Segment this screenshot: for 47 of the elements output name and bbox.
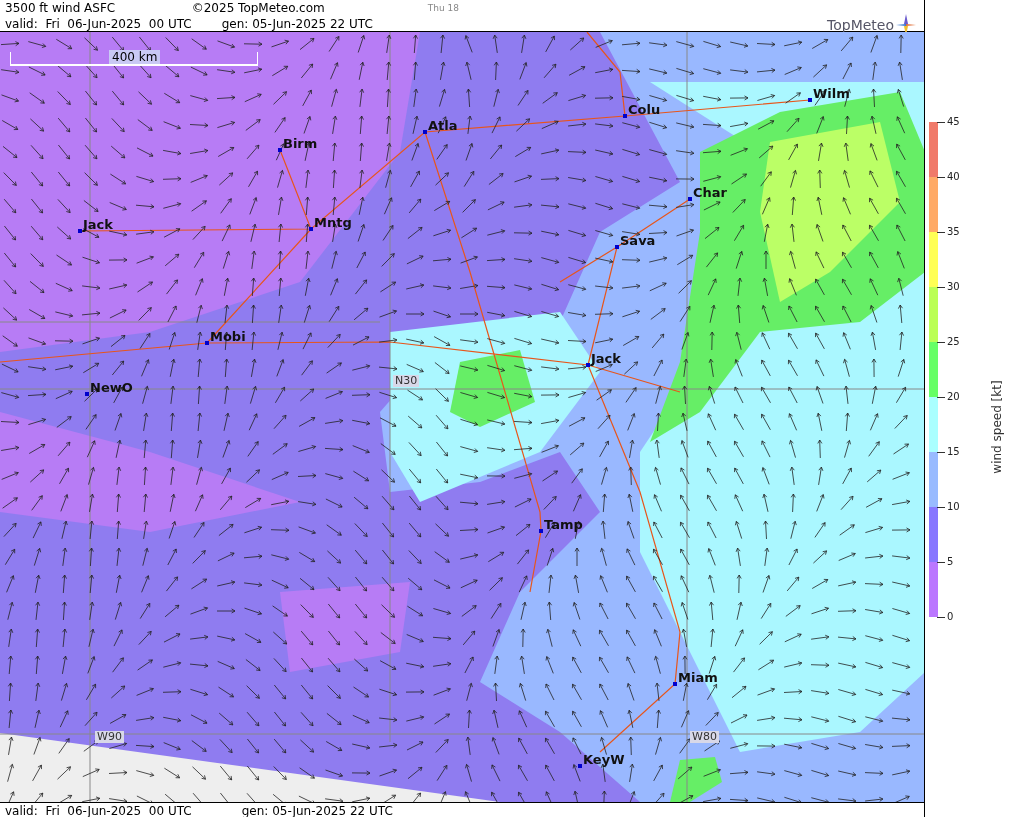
tick-label: 35 <box>947 227 960 237</box>
tick-label: 10 <box>947 502 960 512</box>
city-label: Miam <box>678 671 718 685</box>
city-label: Jack <box>591 352 621 366</box>
city-marker <box>78 229 82 233</box>
day-label: Thu 18 <box>426 2 460 15</box>
grid-label: N30 <box>393 375 420 387</box>
generated-time: gen: 05-Jun-2025 22 UTC <box>240 803 393 817</box>
tick-label: 25 <box>947 337 960 347</box>
grid-label: W90 <box>95 731 124 743</box>
city-marker <box>205 341 209 345</box>
city-label: KeyW <box>583 753 625 767</box>
city-marker <box>623 114 627 118</box>
valid-time: valid: Fri 06-Jun-2025 00 UTC <box>5 16 192 32</box>
city-label: Atla <box>428 119 458 133</box>
logo-text: TopMeteo <box>827 17 894 33</box>
city-marker <box>423 130 427 134</box>
city-marker <box>309 227 313 231</box>
city-marker <box>539 529 543 533</box>
tick-label: 0 <box>947 612 954 622</box>
scale-label: 400 km <box>109 50 161 64</box>
tick-label: 40 <box>947 172 960 182</box>
city-marker <box>85 392 89 396</box>
valid-time: valid: Fri 06-Jun-2025 00 UTC <box>5 803 192 817</box>
city-marker <box>615 245 619 249</box>
city-label: Wilm <box>813 87 850 101</box>
tick-label: 45 <box>947 117 960 127</box>
tick-label: 15 <box>947 447 960 457</box>
copyright-text: ©2025 TopMeteo.com <box>191 0 326 16</box>
map-title: 3500 ft wind ASFC <box>5 0 117 16</box>
city-label: NewO <box>90 381 133 395</box>
city-label: Colu <box>628 103 661 117</box>
tick-label: 30 <box>947 282 960 292</box>
city-marker <box>808 98 812 102</box>
city-label: Birm <box>283 137 318 151</box>
generated-time: gen: 05-Jun-2025 22 UTC <box>220 16 373 32</box>
city-label: Jack <box>83 218 113 232</box>
legend-title: wind speed [kt] <box>990 379 1004 476</box>
city-marker <box>578 764 582 768</box>
tick-label: 20 <box>947 392 960 402</box>
tick-label: 5 <box>947 557 954 567</box>
city-marker <box>278 148 282 152</box>
city-marker <box>586 363 590 367</box>
city-label: Mobi <box>210 330 246 344</box>
city-marker <box>688 197 692 201</box>
city-marker <box>673 682 677 686</box>
grid-label: W80 <box>690 731 719 743</box>
